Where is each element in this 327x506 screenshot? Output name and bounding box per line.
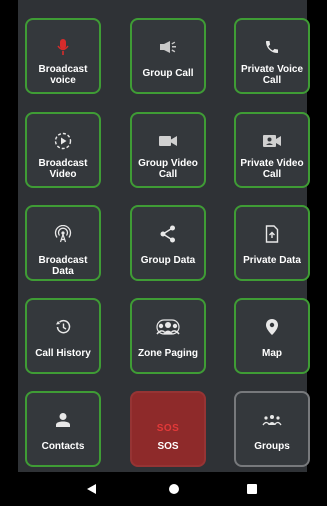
private-data-button[interactable]: Private Data bbox=[234, 205, 310, 281]
tile-label: Group Call bbox=[142, 68, 194, 79]
broadcast-data-button[interactable]: Broadcast Data bbox=[25, 205, 101, 281]
tile-label: Broadcast Data bbox=[38, 255, 88, 277]
sos-icon-text: SOS bbox=[156, 422, 180, 434]
megaphone-icon bbox=[132, 38, 204, 56]
tile-label: Zone Paging bbox=[138, 348, 198, 359]
tile-label: Private Voice Call bbox=[240, 64, 304, 86]
groups-icon bbox=[236, 411, 308, 429]
phone-icon bbox=[236, 38, 308, 56]
recents-button[interactable] bbox=[243, 480, 261, 498]
android-navigation-bar bbox=[18, 472, 307, 506]
tile-label: Private Data bbox=[243, 255, 301, 266]
tile-label: Broadcast voice bbox=[38, 64, 88, 86]
private-video-call-button[interactable]: Private Video Call bbox=[234, 112, 310, 188]
home-circle-icon bbox=[169, 484, 179, 494]
group-video-call-button[interactable]: Group Video Call bbox=[130, 112, 206, 188]
zone-paging-button[interactable]: Zone Paging bbox=[130, 298, 206, 374]
groups-button[interactable]: Groups bbox=[234, 391, 310, 467]
group-call-button[interactable]: Group Call bbox=[130, 18, 206, 94]
history-icon bbox=[27, 318, 99, 336]
private-voice-call-button[interactable]: Private Voice Call bbox=[234, 18, 310, 94]
back-button[interactable] bbox=[82, 480, 100, 498]
tile-label: SOS bbox=[157, 441, 179, 452]
call-history-button[interactable]: Call History bbox=[25, 298, 101, 374]
back-triangle-icon bbox=[87, 484, 96, 494]
sos-mark: SOS bbox=[132, 419, 204, 437]
contacts-button[interactable]: Contacts bbox=[25, 391, 101, 467]
screen: Broadcast voice Group Call Private Voice… bbox=[0, 0, 327, 506]
group-data-button[interactable]: Group Data bbox=[130, 205, 206, 281]
tile-label: Group Data bbox=[140, 255, 196, 266]
tile-label: Contacts bbox=[41, 441, 85, 452]
tile-label: Map bbox=[262, 348, 282, 359]
home-button[interactable] bbox=[165, 480, 183, 498]
sos-button[interactable]: SOS SOS bbox=[130, 391, 206, 467]
broadcast-video-button[interactable]: Broadcast Video bbox=[25, 112, 101, 188]
tile-label: Group Video Call bbox=[138, 158, 198, 180]
play-circle-icon bbox=[27, 132, 99, 150]
recents-square-icon bbox=[247, 484, 257, 494]
video-person-icon bbox=[236, 132, 308, 150]
tile-label: Groups bbox=[254, 441, 290, 452]
map-button[interactable]: Map bbox=[234, 298, 310, 374]
tile-label: Private Video Call bbox=[240, 158, 304, 180]
app-dashboard: Broadcast voice Group Call Private Voice… bbox=[18, 0, 310, 472]
upload-file-icon bbox=[236, 225, 308, 243]
microphone-icon bbox=[27, 38, 99, 56]
tile-label: Call History bbox=[35, 348, 91, 359]
tile-label: Broadcast Video bbox=[38, 158, 88, 180]
broadcast-tower-icon bbox=[27, 225, 99, 243]
broadcast-voice-button[interactable]: Broadcast voice bbox=[25, 18, 101, 94]
video-camera-icon bbox=[132, 132, 204, 150]
person-icon bbox=[27, 411, 99, 429]
share-icon bbox=[132, 225, 204, 243]
location-pin-icon bbox=[236, 318, 308, 336]
group-people-icon bbox=[132, 318, 204, 336]
